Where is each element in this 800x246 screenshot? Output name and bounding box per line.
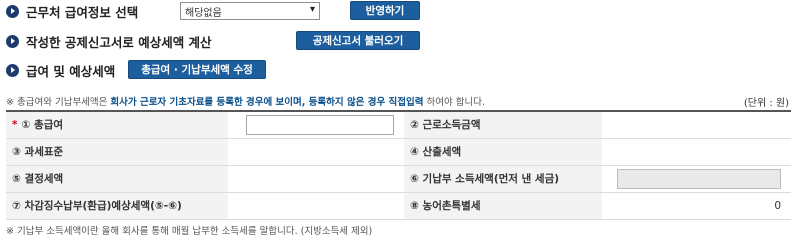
section-title: 근무처 급여정보 선택 bbox=[26, 4, 139, 20]
bullet-arrow-icon bbox=[6, 34, 19, 48]
rural-special-tax-value: 0 bbox=[602, 192, 791, 220]
required-mark: * bbox=[12, 119, 18, 132]
earned-income-value bbox=[602, 111, 791, 139]
bullet-arrow-icon bbox=[6, 4, 19, 18]
prepaid-tax-cell bbox=[602, 165, 791, 193]
tax-base-value bbox=[228, 138, 404, 166]
section-salary: 급여 및 예상세액 bbox=[6, 60, 115, 80]
table-row: ③ 과세표준 ④ 산출세액 bbox=[6, 138, 791, 166]
table-row: * ① 총급여 ② 근로소득금액 bbox=[6, 111, 791, 139]
determined-tax-value bbox=[228, 165, 404, 193]
section-title: 작성한 공제신고서로 예상세액 계산 bbox=[26, 34, 212, 50]
unit-label: (단위 : 원) bbox=[743, 98, 789, 109]
section-deduction: 작성한 공제신고서로 예상세액 계산 bbox=[6, 31, 212, 51]
total-salary-input[interactable] bbox=[246, 114, 394, 135]
table-row: ⑤ 결정세액 ⑥ 기납부 소득세액(먼저 낸 세금) bbox=[6, 165, 791, 193]
section-work-select: 근무처 급여정보 선택 bbox=[6, 1, 138, 21]
table-label: * ① 총급여 bbox=[6, 111, 228, 139]
work-select-dropdown[interactable]: 해당없음 ▾ bbox=[180, 2, 320, 20]
table-label: ⑥ 기납부 소득세액(먼저 낸 세금) bbox=[404, 165, 602, 193]
bullet-arrow-icon bbox=[6, 63, 19, 77]
tax-table: * ① 총급여 ② 근로소득금액 ③ 과세표준 ④ 산출세액 ⑤ 결정세액 ⑥ 기… bbox=[6, 110, 791, 220]
select-value: 해당없음 bbox=[185, 7, 222, 19]
footnote-text: ※ 기납부 소득세액이란 올해 회사를 통해 매월 납부한 소득세를 말합니다.… bbox=[6, 226, 373, 237]
prepaid-tax-input[interactable] bbox=[617, 168, 781, 189]
calculated-tax-value bbox=[602, 138, 791, 166]
table-label: ④ 산출세액 bbox=[404, 138, 602, 166]
notice-text: ※ 총급여와 기납부세액은 회사가 근로자 기초자료를 등록한 경우에 보이며,… bbox=[6, 97, 485, 108]
table-label: ⑤ 결정세액 bbox=[6, 165, 228, 193]
table-label: ③ 과세표준 bbox=[6, 138, 228, 166]
edit-salary-button[interactable]: 총급여 · 기납부세액 수정 bbox=[128, 60, 266, 79]
table-row: ⑦ 차감징수납부(환급)예상세액(⑤-⑥) ⑧ 농어촌특별세 0 bbox=[6, 192, 791, 220]
table-label: ⑧ 농어촌특별세 bbox=[404, 192, 602, 220]
table-label: ② 근로소득금액 bbox=[404, 111, 602, 139]
table-label: ⑦ 차감징수납부(환급)예상세액(⑤-⑥) bbox=[6, 192, 228, 220]
section-title: 급여 및 예상세액 bbox=[26, 63, 116, 79]
expected-tax-value bbox=[228, 192, 404, 220]
apply-button[interactable]: 반영하기 bbox=[350, 1, 420, 20]
tax-estimate-panel: 근무처 급여정보 선택 해당없음 ▾ 반영하기 작성한 공제신고서로 예상세액 … bbox=[0, 0, 800, 246]
load-deduction-button[interactable]: 공제신고서 불러오기 bbox=[296, 31, 420, 50]
total-salary-cell bbox=[228, 111, 404, 139]
chevron-down-icon: ▾ bbox=[309, 4, 315, 15]
